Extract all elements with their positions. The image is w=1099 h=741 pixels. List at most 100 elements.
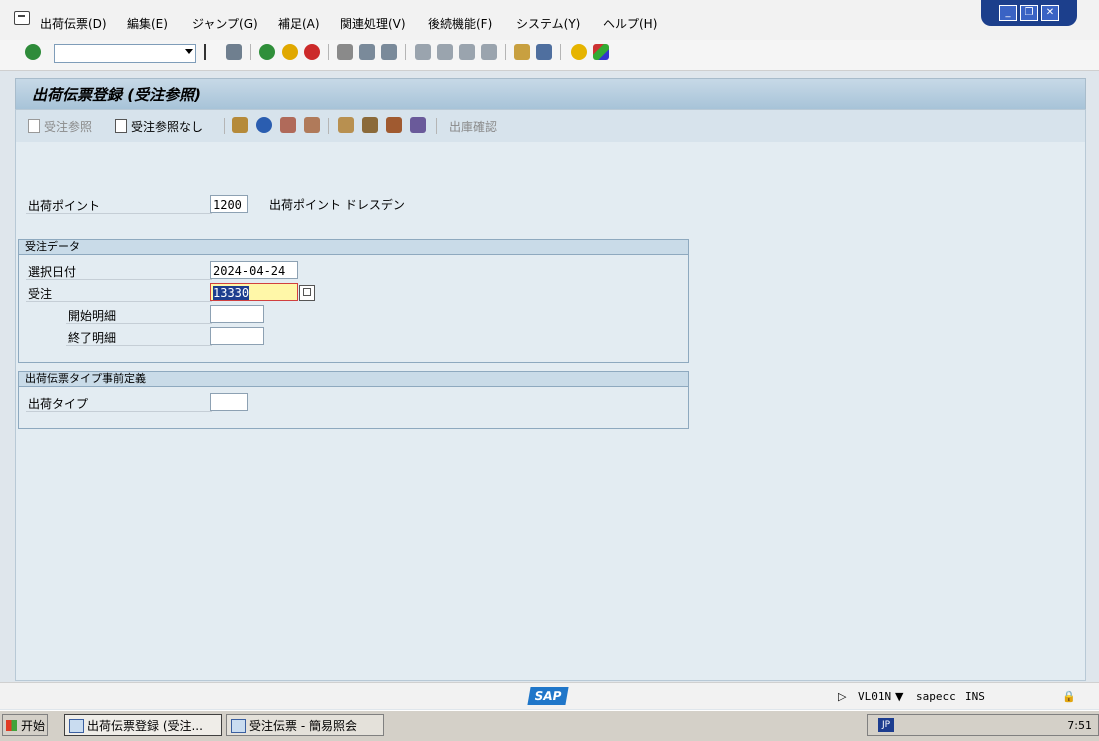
toolbar-separator bbox=[505, 44, 506, 60]
package-icon[interactable] bbox=[338, 117, 354, 133]
to-item-label: 終了明細 bbox=[68, 331, 117, 345]
clock: 7:51 bbox=[1067, 719, 1092, 732]
first-page-icon[interactable] bbox=[415, 44, 431, 60]
back-nav-icon[interactable] bbox=[259, 44, 275, 60]
status-dropdown-icon[interactable]: ▼ bbox=[895, 690, 903, 703]
copy-icon[interactable] bbox=[232, 117, 248, 133]
from-item-field[interactable] bbox=[210, 305, 264, 323]
status-expand-icon[interactable]: ▷ bbox=[838, 690, 846, 703]
serial-icon[interactable] bbox=[410, 117, 426, 133]
menu-bar: 出荷伝票(D) 編集(E) ジャンプ(G) 補足(A) 関連処理(V) 後続機能… bbox=[0, 0, 1099, 41]
delivery-type-title: 出荷伝票タイプ事前定義 bbox=[19, 372, 688, 387]
label-underline bbox=[26, 411, 212, 412]
menu-help[interactable]: ヘルプ(H) bbox=[603, 15, 657, 32]
transaction-code: VL01N bbox=[858, 690, 892, 703]
system-tray: JP 7:51 bbox=[867, 714, 1099, 736]
close-button[interactable]: ✕ bbox=[1041, 5, 1059, 21]
toolbar-separator bbox=[328, 44, 329, 60]
menu-delivery[interactable]: 出荷伝票(D) bbox=[40, 15, 107, 32]
enter-icon[interactable] bbox=[25, 44, 41, 60]
document-icon bbox=[28, 119, 40, 133]
help-icon[interactable] bbox=[571, 44, 587, 60]
label-underline bbox=[26, 301, 212, 302]
toolbar-separator bbox=[436, 118, 437, 134]
without-order-button[interactable]: 受注参照なし bbox=[115, 118, 203, 135]
toolbar-separator bbox=[560, 44, 561, 60]
header-icon[interactable] bbox=[280, 117, 296, 133]
toolbar-separator bbox=[328, 118, 329, 134]
from-item-label: 開始明細 bbox=[68, 309, 117, 323]
with-order-button: 受注参照 bbox=[28, 118, 92, 135]
os-taskbar: 开始 出荷伝票登録 (受注... 受注伝票 - 簡易照会 JP 7:51 bbox=[0, 710, 1099, 741]
chevron-down-icon[interactable] bbox=[185, 49, 193, 54]
application-toolbar: 受注参照 受注参照なし 出庫確認 bbox=[15, 109, 1086, 143]
label-underline bbox=[66, 345, 212, 346]
order-label: 受注 bbox=[28, 287, 53, 301]
with-order-label: 受注参照 bbox=[44, 120, 93, 134]
find-next-icon[interactable] bbox=[381, 44, 397, 60]
to-item-field[interactable] bbox=[210, 327, 264, 345]
layout-icon[interactable] bbox=[593, 44, 609, 60]
menu-extras[interactable]: 補足(A) bbox=[278, 15, 320, 32]
order-data-title: 受注データ bbox=[19, 240, 688, 255]
page-title: 出荷伝票登録 (受注参照) bbox=[32, 86, 201, 104]
outbound-confirm-button: 出庫確認 bbox=[449, 120, 498, 134]
command-field[interactable] bbox=[54, 44, 196, 63]
next-page-icon[interactable] bbox=[459, 44, 475, 60]
shipping-point-field[interactable]: 1200 bbox=[210, 195, 248, 213]
delivery-type-label: 出荷タイプ bbox=[28, 397, 89, 411]
search-help-icon[interactable] bbox=[299, 285, 315, 301]
selection-date-label: 選択日付 bbox=[28, 265, 77, 279]
shipping-point-label: 出荷ポイント bbox=[28, 199, 101, 213]
delivery-type-group: 出荷伝票タイプ事前定義 bbox=[18, 371, 689, 429]
sap-logo: SAP bbox=[527, 687, 569, 705]
screen-title-bar: 出荷伝票登録 (受注参照) bbox=[15, 78, 1086, 110]
print-icon[interactable] bbox=[337, 44, 353, 60]
shipping-point-desc: 出荷ポイント ドレスデン bbox=[269, 198, 405, 212]
system-name: sapecc bbox=[916, 690, 956, 703]
save-icon[interactable] bbox=[226, 44, 242, 60]
prev-page-icon[interactable] bbox=[437, 44, 453, 60]
label-underline bbox=[66, 323, 212, 324]
item-icon[interactable] bbox=[304, 117, 320, 133]
status-bar: SAP ▷ VL01N ▼ sapecc INS 🔒 bbox=[0, 682, 1099, 709]
selection-date-field[interactable]: 2024-04-24 bbox=[210, 261, 298, 279]
start-button[interactable]: 开始 bbox=[2, 714, 48, 736]
back-icon[interactable] bbox=[204, 44, 216, 60]
toolbar-separator bbox=[405, 44, 406, 60]
picking-icon[interactable] bbox=[362, 117, 378, 133]
delivery-type-field[interactable] bbox=[210, 393, 248, 411]
exit-icon[interactable] bbox=[282, 44, 298, 60]
shortcut-icon[interactable] bbox=[536, 44, 552, 60]
system-menu-icon[interactable] bbox=[14, 11, 30, 25]
menu-edit[interactable]: 編集(E) bbox=[127, 15, 168, 32]
restore-button[interactable]: ❐ bbox=[1020, 5, 1038, 21]
standard-toolbar bbox=[0, 40, 1099, 71]
window-controls: _ ❐ ✕ bbox=[981, 0, 1077, 26]
warehouse-icon[interactable] bbox=[386, 117, 402, 133]
toolbar-separator bbox=[224, 118, 225, 134]
last-page-icon[interactable] bbox=[481, 44, 497, 60]
minimize-button[interactable]: _ bbox=[999, 5, 1017, 21]
without-order-label: 受注参照なし bbox=[131, 120, 204, 134]
label-underline bbox=[26, 213, 212, 214]
menu-environment[interactable]: 関連処理(V) bbox=[340, 15, 406, 32]
partner-icon[interactable] bbox=[256, 117, 272, 133]
toolbar-separator bbox=[250, 44, 251, 60]
label-underline bbox=[26, 279, 212, 280]
task-order-display[interactable]: 受注伝票 - 簡易照会 bbox=[226, 714, 384, 736]
lock-icon: 🔒 bbox=[1062, 690, 1076, 703]
menu-subsequent[interactable]: 後続機能(F) bbox=[428, 15, 492, 32]
menu-system[interactable]: システム(Y) bbox=[516, 15, 580, 32]
order-field[interactable]: 13330 bbox=[210, 283, 298, 301]
main-content: 出荷ポイント 1200 出荷ポイント ドレスデン 受注データ 選択日付 2024… bbox=[15, 142, 1086, 681]
document-icon bbox=[115, 119, 127, 133]
language-indicator[interactable]: JP bbox=[878, 718, 894, 732]
find-icon[interactable] bbox=[359, 44, 375, 60]
menu-goto[interactable]: ジャンプ(G) bbox=[192, 15, 258, 32]
create-session-icon[interactable] bbox=[514, 44, 530, 60]
cancel-icon[interactable] bbox=[304, 44, 320, 60]
insert-mode: INS bbox=[965, 690, 985, 703]
order-value: 13330 bbox=[213, 286, 250, 300]
task-delivery-create[interactable]: 出荷伝票登録 (受注... bbox=[64, 714, 222, 736]
